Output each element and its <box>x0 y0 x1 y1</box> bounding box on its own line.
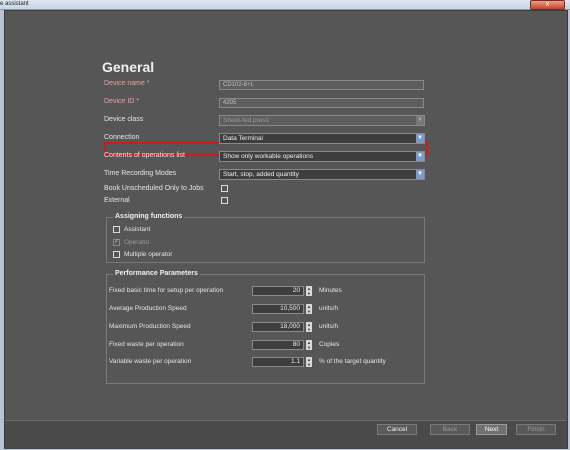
time-recording-value: Start, stop, added quantity <box>223 171 299 178</box>
assigning-functions-title: Assigning functions <box>113 213 185 220</box>
fixed-setup-time-unit: Minutes <box>319 287 342 294</box>
fixed-waste-spinner[interactable]: ▲ ▼ <box>306 340 312 350</box>
fixed-setup-time-input[interactable]: 20 <box>252 286 304 296</box>
assistant-checkbox[interactable] <box>113 226 120 233</box>
time-recording-label: Time Recording Modes <box>104 170 177 177</box>
variable-waste-unit: % of the target quantity <box>319 358 386 365</box>
fixed-setup-time-label: Fixed basic time for setup per operation <box>109 287 224 294</box>
fixed-waste-input[interactable]: 80 <box>252 340 304 350</box>
connection-value: Data Terminal <box>223 135 263 142</box>
fixed-waste-label: Fixed waste per operation <box>109 341 184 348</box>
chevron-down-icon[interactable]: ▼ <box>416 152 424 161</box>
maximum-speed-unit: units/h <box>319 323 339 330</box>
arrow-down-icon[interactable]: ▼ <box>307 327 311 332</box>
maximum-speed-label: Maximum Production Speed <box>109 323 191 330</box>
next-button[interactable]: Next <box>476 424 507 435</box>
operator-checkbox <box>113 238 120 246</box>
chevron-down-icon[interactable]: ▼ <box>416 134 424 143</box>
device-class-value: Sheet-fed press <box>223 117 269 124</box>
device-class-label: Device class <box>104 116 144 123</box>
device-class-select: Sheet-fed press ▼ <box>219 115 425 126</box>
operations-list-label: Contents of operations list <box>104 152 185 159</box>
chevron-down-icon[interactable]: ▼ <box>416 170 424 179</box>
variable-waste-input[interactable]: 1.1 <box>252 357 304 367</box>
title-bar: e assistant x <box>0 0 570 10</box>
external-label: External <box>104 197 130 204</box>
finish-button[interactable]: Finish <box>516 424 556 435</box>
fixed-waste-unit: Copies <box>319 341 340 348</box>
page-title: General <box>102 59 155 75</box>
average-speed-spinner[interactable]: ▲ ▼ <box>306 304 312 314</box>
maximum-speed-input[interactable]: 18,000 <box>252 322 304 332</box>
average-speed-unit: units/h <box>319 305 339 312</box>
variable-waste-spinner[interactable]: ▲ ▼ <box>306 357 312 367</box>
arrow-down-icon[interactable]: ▼ <box>307 362 311 367</box>
time-recording-select[interactable]: Start, stop, added quantity ▼ <box>219 169 425 180</box>
fixed-setup-time-spinner[interactable]: ▲ ▼ <box>306 286 312 296</box>
connection-select[interactable]: Data Terminal ▼ <box>219 133 425 144</box>
variable-waste-label: Variable waste per operation <box>109 358 192 365</box>
assistant-label: Assistant <box>124 226 151 233</box>
arrow-down-icon[interactable]: ▼ <box>307 345 311 350</box>
average-speed-label: Average Production Speed <box>109 305 187 312</box>
assigning-functions-group: Assigning functions Assistant Operator M… <box>106 213 425 263</box>
connection-label: Connection <box>104 134 140 141</box>
device-name-label: Device name * <box>104 80 150 87</box>
wizard-content: General Device name * CD102-8+L Device I… <box>5 11 567 413</box>
device-id-field[interactable]: 4205 <box>219 98 424 108</box>
back-button[interactable]: Back <box>430 424 470 435</box>
cancel-button[interactable]: Cancel <box>377 424 417 435</box>
operator-label: Operator <box>124 239 150 246</box>
operations-list-value: Show only workable operations <box>223 153 313 160</box>
multiple-operator-checkbox[interactable] <box>113 251 120 258</box>
chevron-down-icon: ▼ <box>416 116 424 125</box>
arrow-down-icon[interactable]: ▼ <box>307 309 311 314</box>
close-button[interactable]: x <box>530 0 565 10</box>
multiple-operator-label: Multiple operator <box>124 251 173 258</box>
arrow-down-icon[interactable]: ▼ <box>307 291 311 296</box>
book-unscheduled-label: Book Unscheduled Only to Jobs <box>104 185 204 192</box>
device-name-field[interactable]: CD102-8+L <box>219 80 424 90</box>
maximum-speed-spinner[interactable]: ▲ ▼ <box>306 322 312 332</box>
wizard-frame: General Device name * CD102-8+L Device I… <box>4 10 568 449</box>
window-title: e assistant <box>0 1 29 7</box>
average-speed-input[interactable]: 10,500 <box>252 304 304 314</box>
device-id-label: Device ID * <box>104 98 140 105</box>
operations-list-select[interactable]: Show only workable operations ▼ <box>219 151 425 162</box>
performance-parameters-title: Performance Parameters <box>113 270 200 277</box>
external-checkbox[interactable] <box>221 197 228 204</box>
book-unscheduled-checkbox[interactable] <box>221 185 228 192</box>
